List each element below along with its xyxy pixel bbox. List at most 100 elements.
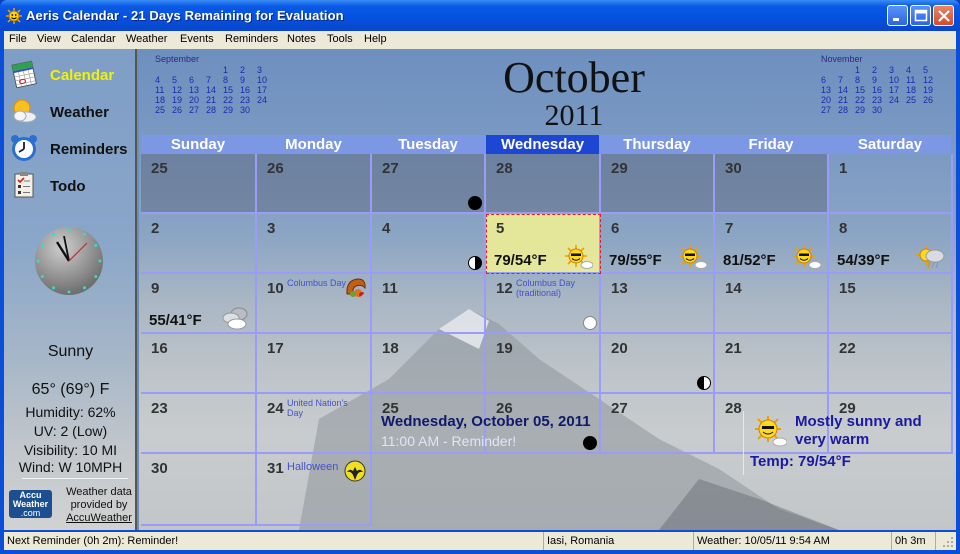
menu-weather[interactable]: Weather	[126, 33, 167, 45]
day-cell[interactable]: 13	[601, 274, 715, 334]
mini-calendar-day[interactable]: 9	[872, 75, 889, 85]
mini-calendar-day[interactable]: 26	[172, 105, 189, 115]
mini-calendar-day[interactable]: 10	[257, 75, 274, 85]
mini-calendar-day[interactable]: 11	[906, 75, 923, 85]
mini-calendar-day[interactable]: 20	[821, 95, 838, 105]
day-cell[interactable]: 29	[601, 154, 715, 214]
mini-calendar-day[interactable]: 14	[206, 85, 223, 95]
mini-calendar-day[interactable]: 29	[855, 105, 872, 115]
mini-calendar-day[interactable]: 15	[855, 85, 872, 95]
mini-calendar-day[interactable]: 16	[240, 85, 257, 95]
mini-calendar-day[interactable]: 15	[223, 85, 240, 95]
mini-calendar-day[interactable]: 28	[838, 105, 855, 115]
mini-calendar-day[interactable]: 22	[855, 95, 872, 105]
mini-calendar-day[interactable]: 3	[889, 65, 906, 75]
reminder-entry[interactable]: 11:00 AM - Reminder!	[381, 433, 516, 449]
day-cell[interactable]: 4	[372, 214, 486, 274]
mini-calendar-day[interactable]: 26	[923, 95, 940, 105]
day-cell[interactable]: 9 55/41°F	[141, 274, 257, 334]
day-cell[interactable]: 25	[141, 154, 257, 214]
mini-calendar-day[interactable]: 21	[838, 95, 855, 105]
day-cell[interactable]: 15	[829, 274, 953, 334]
mini-calendar-day[interactable]: 12	[172, 85, 189, 95]
day-cell[interactable]: 7 81/52°F	[715, 214, 829, 274]
resize-grip[interactable]	[942, 536, 954, 548]
day-cell-today[interactable]: 5 79/54°F	[486, 214, 601, 274]
day-cell[interactable]: 16	[141, 334, 257, 394]
mini-calendar-day[interactable]: 23	[240, 95, 257, 105]
day-cell[interactable]: 2	[141, 214, 257, 274]
mini-calendar-day[interactable]: 7	[206, 75, 223, 85]
minimize-button[interactable]	[887, 5, 908, 26]
mini-calendar-day[interactable]: 20	[189, 95, 206, 105]
mini-calendar-day[interactable]: 6	[189, 75, 206, 85]
menu-events[interactable]: Events	[180, 33, 214, 45]
day-cell[interactable]: 27	[372, 154, 486, 214]
day-cell[interactable]: 6 79/55°F	[601, 214, 715, 274]
mini-calendar-day[interactable]: 23	[872, 95, 889, 105]
day-cell[interactable]: 20	[601, 334, 715, 394]
menu-view[interactable]: View	[37, 33, 61, 45]
day-cell[interactable]: 18	[372, 334, 486, 394]
mini-calendar-day[interactable]: 5	[923, 65, 940, 75]
day-cell[interactable]: 28	[486, 154, 601, 214]
mini-calendar-day[interactable]: 30	[240, 105, 257, 115]
mini-calendar-september[interactable]: September 1 2 3 4 5 6 7 8 9 10 11 12 13 14 15 16 17 18 19 2…	[155, 54, 274, 115]
menu-reminders[interactable]: Reminders	[225, 33, 278, 45]
mini-calendar-day[interactable]: 27	[821, 105, 838, 115]
mini-calendar-day[interactable]: 18	[155, 95, 172, 105]
mini-calendar-day[interactable]: 30	[872, 105, 889, 115]
day-cell[interactable]: 23	[141, 394, 257, 454]
day-cell[interactable]: 26	[257, 154, 372, 214]
mini-calendar-day[interactable]: 24	[889, 95, 906, 105]
sidebar-item-reminders[interactable]: Reminders	[10, 134, 136, 166]
mini-calendar-day[interactable]: 3	[257, 65, 274, 75]
mini-calendar-day[interactable]: 16	[872, 85, 889, 95]
sidebar-item-todo[interactable]: Todo	[10, 171, 136, 203]
accuweather-logo[interactable]: Accu Weather .com	[9, 490, 52, 518]
mini-calendar-day[interactable]: 13	[189, 85, 206, 95]
mini-calendar-day[interactable]: 1	[223, 65, 240, 75]
day-cell[interactable]: 3	[257, 214, 372, 274]
maximize-button[interactable]	[910, 5, 931, 26]
day-cell[interactable]: 31 Halloween	[257, 454, 372, 526]
close-button[interactable]	[933, 5, 954, 26]
mini-calendar-day[interactable]: 19	[172, 95, 189, 105]
mini-calendar-day[interactable]: 4	[155, 75, 172, 85]
mini-calendar-day[interactable]: 17	[889, 85, 906, 95]
mini-calendar-november[interactable]: November 1 2 3 4 5 6 7 8 9 10 11 12 13 14 15 16 17 18 19 20…	[821, 54, 940, 115]
mini-calendar-day[interactable]: 2	[872, 65, 889, 75]
mini-calendar-day[interactable]: 10	[889, 75, 906, 85]
mini-calendar-day[interactable]: 22	[223, 95, 240, 105]
accuweather-link[interactable]: AccuWeather	[62, 512, 136, 525]
mini-calendar-day[interactable]: 24	[257, 95, 274, 105]
mini-calendar-day[interactable]: 5	[172, 75, 189, 85]
day-cell[interactable]: 17	[257, 334, 372, 394]
mini-calendar-day[interactable]: 18	[906, 85, 923, 95]
mini-calendar-day[interactable]: 11	[155, 85, 172, 95]
holiday-label[interactable]: Columbus Day (traditional)	[516, 278, 586, 298]
mini-calendar-day[interactable]: 28	[206, 105, 223, 115]
day-cell[interactable]: 11	[372, 274, 486, 334]
title-bar[interactable]: Aeris Calendar - 21 Days Remaining for E…	[0, 0, 960, 31]
menu-tools[interactable]: Tools	[327, 33, 353, 45]
day-cell[interactable]: 24 United Nation's Day	[257, 394, 372, 454]
day-cell[interactable]: 14	[715, 274, 829, 334]
holiday-label[interactable]: United Nation's Day	[287, 398, 357, 418]
day-cell[interactable]: 10 Columbus Day	[257, 274, 372, 334]
mini-calendar-day[interactable]: 8	[855, 75, 872, 85]
menu-calendar[interactable]: Calendar	[71, 33, 116, 45]
menu-file[interactable]: File	[9, 33, 27, 45]
mini-calendar-day[interactable]: 19	[923, 85, 940, 95]
mini-calendar-day[interactable]: 1	[855, 65, 872, 75]
mini-calendar-day[interactable]: 14	[838, 85, 855, 95]
mini-calendar-day[interactable]: 13	[821, 85, 838, 95]
menu-help[interactable]: Help	[364, 33, 387, 45]
mini-calendar-day[interactable]: 25	[155, 105, 172, 115]
day-cell[interactable]: 30	[715, 154, 829, 214]
day-cell[interactable]: 30	[141, 454, 257, 526]
mini-calendar-day[interactable]: 12	[923, 75, 940, 85]
mini-calendar-day[interactable]: 17	[257, 85, 274, 95]
day-cell[interactable]: 19	[486, 334, 601, 394]
day-cell[interactable]: 12 Columbus Day (traditional)	[486, 274, 601, 334]
